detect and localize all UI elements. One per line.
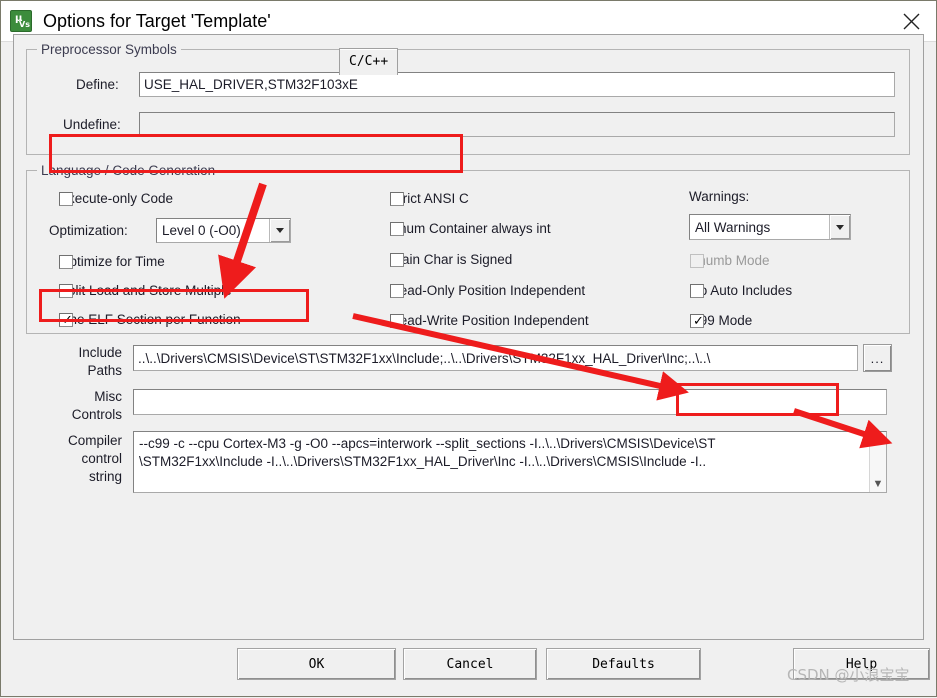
checkbox-label: Read-Only Position Independent [390,283,586,298]
include-paths-browse-button[interactable]: ... [863,344,892,372]
checkbox-box [59,254,73,269]
compiler-control-string-textarea[interactable]: --c99 -c --cpu Cortex-M3 -g -O0 --apcs=i… [133,431,887,493]
define-label: Define: [76,77,119,92]
compiler-control-string-label-line2: control [81,451,122,466]
checkbox-thumb-mode: Thumb Mode [690,253,770,268]
warnings-label: Warnings: [689,189,750,204]
defaults-button[interactable]: Defaults [546,648,701,680]
checkbox-box [390,221,404,236]
include-paths-input[interactable]: ..\..\Drivers\CMSIS\Device\ST\STM32F1xx\… [133,345,858,371]
checkbox-label: Execute-only Code [59,191,174,206]
checkbox-box [59,191,73,206]
options-dialog: µVs Options for Target 'Template' Device… [0,0,937,697]
tab-c-cpp[interactable]: C/C++ [339,48,399,75]
preprocessor-symbols-group: Preprocessor Symbols Define: USE_HAL_DRI… [26,42,910,155]
compiler-control-string-line1: --c99 -c --cpu Cortex-M3 -g -O0 --apcs=i… [139,436,716,451]
keil-uvision-icon: µ Vs [10,10,32,32]
checkbox-box: ✓ [690,313,704,328]
optimization-select[interactable]: Level 0 (-O0) [156,218,291,243]
checkbox-strict-ansi-c[interactable]: Strict ANSI C [390,191,469,206]
checkbox-read-only-position-independent[interactable]: Read-Only Position Independent [390,283,585,298]
undefine-label: Undefine: [63,117,121,132]
preprocessor-symbols-legend: Preprocessor Symbols [37,42,181,57]
undefine-input[interactable] [139,112,895,137]
checkbox-box [390,252,404,267]
compiler-control-string-line2: \STM32F1xx\Include -I..\..\Drivers\STM32… [139,454,707,469]
checkbox-plain-char-is-signed[interactable]: Plain Char is Signed [390,252,512,267]
c-cpp-panel: Preprocessor Symbols Define: USE_HAL_DRI… [13,35,924,640]
include-paths-label-line1: Include [78,345,122,360]
chevron-down-icon[interactable] [829,215,850,239]
window-title: Options for Target 'Template' [43,10,271,31]
chevron-down-icon[interactable] [269,219,290,242]
checkbox-box [690,253,704,268]
warnings-select[interactable]: All Warnings [689,214,851,240]
optimization-value: Level 0 (-O0) [162,223,241,238]
checkbox-label: Read-Write Position Independent [390,313,589,328]
checkbox-split-load-and-store-multiple[interactable]: Split Load and Store Multiple [59,283,232,298]
checkbox-label: One ELF Section per Function [59,312,241,327]
checkbox-box [390,283,404,298]
checkbox-label: Split Load and Store Multiple [59,283,232,298]
checkbox-optimize-for-time[interactable]: Optimize for Time [59,254,165,269]
checkbox-box: ✓ [59,312,73,327]
compiler-control-string-label-line3: string [88,469,122,484]
cancel-button[interactable]: Cancel [403,648,537,680]
csdn-watermark: CSDN @小浪宝宝 [787,666,910,684]
language-code-generation-legend: Language / Code Generation [37,163,220,178]
checkbox-no-auto-includes[interactable]: No Auto Includes [690,283,792,298]
checkbox-label: Optimize for Time [59,254,165,269]
chevron-down-icon[interactable]: ▼ [870,475,886,492]
checkbox-label: Enum Container always int [390,221,551,236]
checkbox-execute-only-code[interactable]: Execute-only Code [59,191,173,206]
checkbox-label: Plain Char is Signed [390,252,513,267]
language-code-generation-group: Language / Code Generation Execute-only … [26,163,910,334]
checkbox-enum-container-always-int[interactable]: Enum Container always int [390,221,551,236]
checkbox-box [59,283,73,298]
warnings-value: All Warnings [695,219,771,235]
checkbox-box [690,283,704,298]
include-paths-label-line2: Paths [87,363,122,378]
checkbox-label: No Auto Includes [690,283,793,298]
ok-button[interactable]: OK [237,648,396,680]
checkbox-box [390,191,404,206]
checkbox-read-write-position-independent[interactable]: Read-Write Position Independent [390,313,589,328]
checkbox-box [390,313,404,328]
checkbox-one-elf-section-per-function[interactable]: ✓ One ELF Section per Function [59,312,241,327]
chevron-up-icon[interactable]: ▲ [870,432,886,449]
misc-controls-label-line2: Controls [71,407,122,422]
define-input[interactable]: USE_HAL_DRIVER,STM32F103xE [139,72,895,97]
compiler-control-string-label-line1: Compiler [67,433,122,448]
optimization-label: Optimization: [49,223,128,238]
misc-controls-input[interactable] [133,389,887,415]
compiler-control-string-scrollbar[interactable]: ▲ ▼ [869,432,886,492]
misc-controls-label-line1: Misc [94,389,122,404]
checkbox-c99-mode[interactable]: ✓ C99 Mode [690,313,752,328]
